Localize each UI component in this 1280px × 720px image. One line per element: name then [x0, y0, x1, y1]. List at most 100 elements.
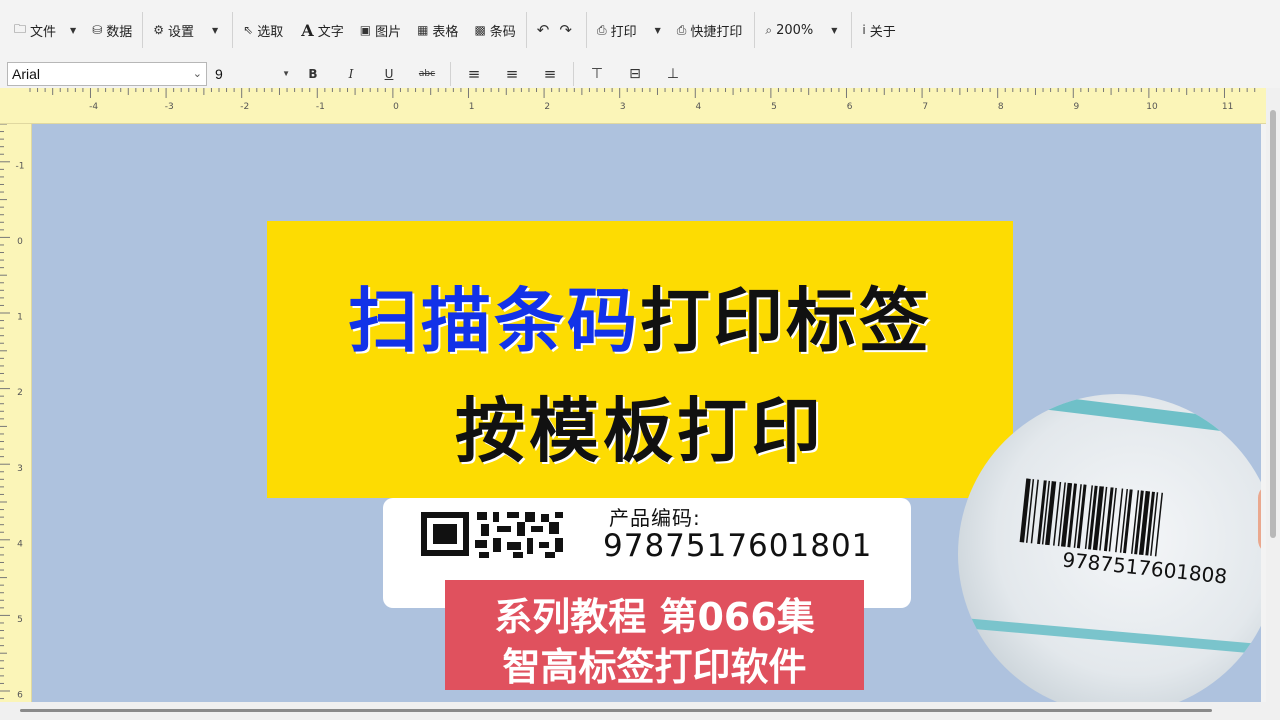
align-bottom-icon[interactable]: ⊥: [654, 66, 692, 82]
italic-button[interactable]: I: [332, 67, 370, 81]
file-label: 文件: [30, 24, 57, 40]
zoom-button[interactable]: ⌕ 200% ▼: [759, 14, 847, 46]
horizontal-ruler-ticks: -4 -3 -2 -1 0 1 2 3 4 5 6 7 8 9 10 11: [29, 88, 1256, 112]
ruler-label: 2: [544, 102, 550, 112]
toolbar-divider: [232, 12, 234, 48]
print-button[interactable]: ⎙ 打印 ▼: [591, 14, 671, 46]
ruler-label: 0: [393, 102, 399, 112]
redo-button[interactable]: ↷: [559, 14, 582, 46]
info-icon: i: [862, 23, 866, 37]
font-family-value: Arial: [12, 66, 41, 82]
underline-button[interactable]: U: [370, 67, 408, 81]
select-tool-button[interactable]: ⇖ 选取: [237, 14, 289, 46]
chevron-down-icon[interactable]: ▼: [212, 26, 218, 35]
ruler-label: 3: [17, 464, 23, 474]
ruler-label: -1: [316, 102, 325, 112]
zoom-icon: ⌕: [765, 22, 773, 37]
chevron-down-icon[interactable]: ▼: [655, 26, 661, 35]
ruler-label: 1: [17, 313, 23, 323]
product-code-label: 产品编码:: [609, 506, 701, 530]
series-line-2: 智高标签打印软件: [502, 645, 807, 689]
printer-icon: ⎙: [596, 22, 607, 37]
folder-icon: 🗀: [14, 21, 27, 36]
quick-print-label: 快捷打印: [690, 24, 743, 40]
zoom-label: 200%: [776, 22, 814, 38]
ruler-label: 7: [922, 102, 928, 112]
ruler-label: 9: [1074, 102, 1080, 112]
quick-print-button[interactable]: ⎙ 快捷打印: [671, 14, 749, 46]
gear-icon: ⚙: [153, 23, 165, 37]
align-left-icon[interactable]: ≡: [455, 65, 493, 83]
scrollbar-thumb[interactable]: [20, 709, 1212, 712]
barcode-bar: [1019, 478, 1031, 543]
text-tool-button[interactable]: A 文字: [295, 14, 349, 46]
design-canvas[interactable]: 产品编码: 9787517601801 扫描条码打印标签 按模板打印 系列教程 …: [32, 124, 1261, 702]
toolbar-divider: [142, 12, 144, 48]
text-label: 文字: [317, 24, 344, 40]
ruler-label: -2: [240, 102, 249, 112]
format-toolbar: Arial ⌄ 9 ▼ B I U abc ≡ ≡ ≡ ⊤ ⊟ ⊥: [0, 60, 1280, 88]
chevron-down-icon: ▼: [282, 69, 290, 78]
ruler-label: 3: [620, 102, 626, 112]
toolbar-divider: [585, 12, 587, 48]
toolbar-divider: [754, 12, 756, 48]
scrollbar-thumb[interactable]: [1270, 110, 1276, 538]
chevron-down-icon: ⌄: [192, 68, 202, 80]
align-middle-icon[interactable]: ⊟: [616, 66, 654, 82]
barcode-tool-button[interactable]: ▩ 条码: [468, 14, 521, 46]
ruler-label: 4: [696, 102, 702, 112]
banner-line-1: 扫描条码打印标签: [267, 265, 1013, 366]
file-menu-button[interactable]: 🗀 文件 ▼: [8, 14, 86, 46]
roll-edge: [958, 617, 1261, 657]
undo-button[interactable]: ↶: [531, 14, 560, 46]
table-label: 表格: [432, 24, 459, 40]
toolbar-divider: [450, 62, 451, 86]
image-tool-button[interactable]: ▣ 图片: [354, 14, 407, 46]
print-label: 打印: [610, 24, 637, 40]
font-size-select[interactable]: 9 ▼: [209, 62, 294, 86]
ruler-label: 8: [998, 102, 1004, 112]
vertical-ruler-ticks: -1 0 1 2 3 4 5 6: [0, 123, 25, 701]
horizontal-scrollbar[interactable]: [0, 702, 1280, 720]
vertical-ruler: -1 0 1 2 3 4 5 6: [0, 123, 32, 702]
data-button[interactable]: ⛁ 数据: [86, 14, 138, 46]
ruler-label: 6: [847, 102, 853, 112]
align-top-icon[interactable]: ⊤: [578, 66, 616, 82]
cursor-icon: ⇖: [243, 23, 254, 37]
ruler-label: -1: [16, 161, 25, 171]
settings-button[interactable]: ⚙ 设置 ▼: [147, 14, 228, 46]
redo-icon: ↷: [559, 21, 572, 39]
ruler-label: -4: [89, 102, 98, 112]
banner-highlight-text: 扫描条码: [348, 280, 640, 362]
data-label: 数据: [106, 24, 133, 40]
database-icon: ⛁: [92, 23, 103, 37]
undo-icon: ↶: [536, 21, 550, 39]
about-button[interactable]: i 关于: [856, 14, 901, 46]
series-caption: 系列教程 第066集 智高标签打印软件: [445, 580, 864, 690]
toolbar-divider: [851, 12, 853, 48]
chevron-down-icon[interactable]: ▼: [831, 26, 837, 35]
bold-button[interactable]: B: [294, 67, 332, 81]
font-family-select[interactable]: Arial ⌄: [7, 62, 207, 86]
ruler-label: 11: [1222, 102, 1233, 112]
image-icon: ▣: [359, 23, 372, 37]
qr-code-image: [421, 512, 563, 558]
horizontal-ruler: -4 -3 -2 -1 0 1 2 3 4 5 6 7 8 9 10 11: [0, 88, 1268, 124]
printer-icon: ⎙: [676, 22, 687, 37]
text-icon: A: [301, 20, 314, 40]
vertical-scrollbar[interactable]: [1266, 88, 1280, 702]
series-line-1: 系列教程 第066集: [494, 595, 815, 639]
ruler-label: 1: [469, 102, 475, 112]
roll-edge: [998, 394, 1261, 441]
grid-icon: ▩: [474, 23, 486, 37]
table-icon: ▦: [417, 23, 429, 37]
align-right-icon[interactable]: ≡: [531, 65, 569, 83]
ruler-label: 2: [17, 388, 23, 398]
main-toolbar: 🗀 文件 ▼ ⛁ 数据 ⚙ 设置 ▼ ⇖ 选取 A 文字 ▣ 图片 ▦ 表格 ▩ 条码 ↶ ↷ ⎙ 打…: [0, 0, 1280, 60]
strikethrough-button[interactable]: abc: [408, 69, 446, 79]
about-label: 关于: [869, 24, 896, 40]
chevron-down-icon[interactable]: ▼: [70, 26, 76, 35]
align-center-icon[interactable]: ≡: [493, 65, 531, 83]
table-tool-button[interactable]: ▦ 表格: [411, 14, 464, 46]
select-label: 选取: [257, 24, 284, 40]
